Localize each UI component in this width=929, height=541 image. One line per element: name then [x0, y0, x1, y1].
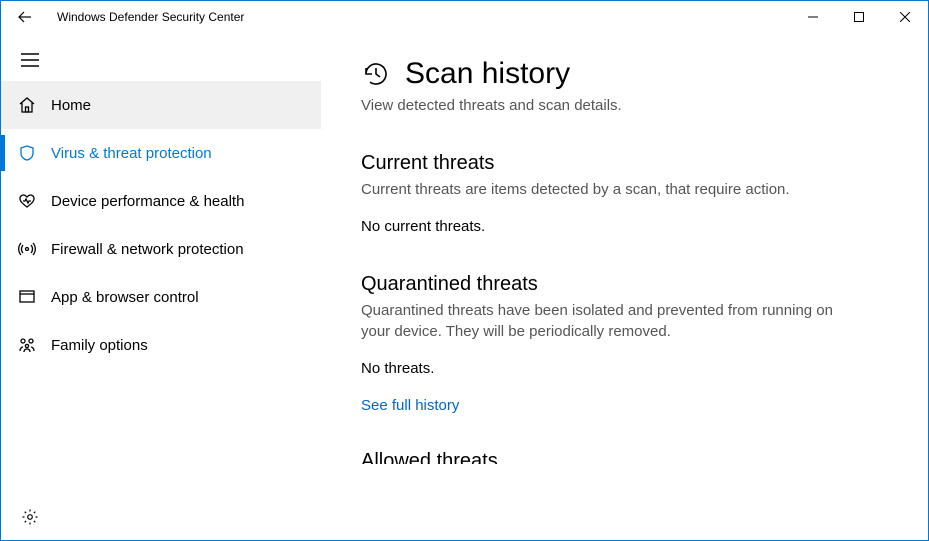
family-icon	[17, 335, 37, 355]
shield-icon	[17, 143, 37, 163]
app-browser-icon	[17, 287, 37, 307]
title-bar: Windows Defender Security Center	[1, 1, 928, 33]
minimize-icon	[808, 12, 818, 22]
menu-toggle-button[interactable]	[1, 39, 321, 81]
sidebar: Home Virus & threat protection Device pe…	[1, 33, 321, 540]
page-header: Scan history	[361, 57, 888, 91]
allowed-threats-title-partial: Allowed threats	[361, 450, 888, 464]
sidebar-item-firewall-network-protection[interactable]: Firewall & network protection	[1, 225, 321, 273]
network-icon	[17, 239, 37, 259]
quarantined-threats-desc: Quarantined threats have been isolated a…	[361, 300, 841, 342]
maximize-button[interactable]	[836, 1, 882, 33]
minimize-button[interactable]	[790, 1, 836, 33]
page-subtitle: View detected threats and scan details.	[361, 97, 888, 114]
sidebar-item-family-options[interactable]: Family options	[1, 321, 321, 369]
sidebar-item-label: Home	[51, 97, 91, 114]
quarantined-threats-title: Quarantined threats	[361, 273, 888, 296]
current-threats-title: Current threats	[361, 152, 888, 175]
sidebar-item-label: App & browser control	[51, 289, 199, 306]
settings-button[interactable]	[1, 494, 321, 540]
sidebar-item-label: Firewall & network protection	[51, 241, 244, 258]
sidebar-item-label: Family options	[51, 337, 148, 354]
maximize-icon	[854, 12, 864, 22]
quarantined-threats-body: No threats.	[361, 360, 888, 377]
window-control-buttons	[790, 1, 928, 33]
close-button[interactable]	[882, 1, 928, 33]
see-full-history-link[interactable]: See full history	[361, 397, 888, 414]
sidebar-item-label: Device performance & health	[51, 193, 244, 210]
sidebar-item-device-performance-health[interactable]: Device performance & health	[1, 177, 321, 225]
back-arrow-icon	[17, 9, 33, 25]
home-icon	[17, 95, 37, 115]
sidebar-item-virus-threat-protection[interactable]: Virus & threat protection	[1, 129, 321, 177]
back-button[interactable]	[1, 1, 49, 33]
sidebar-item-app-browser-control[interactable]: App & browser control	[1, 273, 321, 321]
current-threats-body: No current threats.	[361, 218, 888, 235]
history-icon	[361, 59, 391, 89]
heartbeat-icon	[17, 191, 37, 211]
gear-icon	[21, 508, 39, 526]
close-icon	[900, 12, 910, 22]
main-content: Scan history View detected threats and s…	[321, 33, 928, 540]
page-title: Scan history	[405, 57, 570, 91]
sidebar-item-home[interactable]: Home	[1, 81, 321, 129]
current-threats-desc: Current threats are items detected by a …	[361, 179, 841, 200]
hamburger-icon	[21, 53, 39, 67]
sidebar-item-label: Virus & threat protection	[51, 145, 212, 162]
window-title: Windows Defender Security Center	[57, 10, 244, 24]
